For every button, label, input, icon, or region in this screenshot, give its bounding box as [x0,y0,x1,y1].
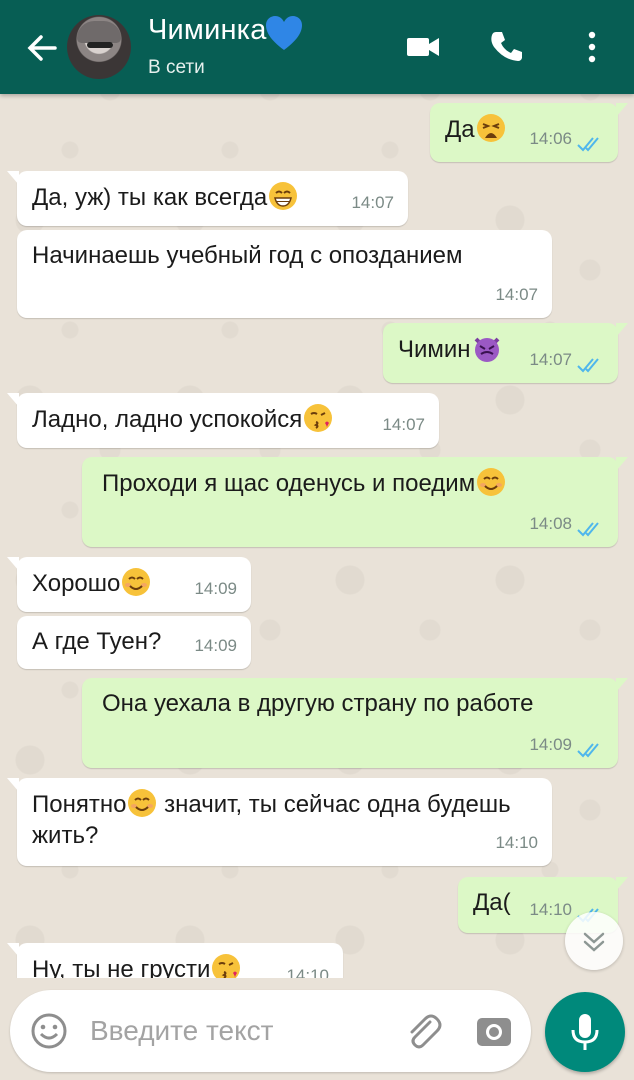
smiling-face-icon [476,467,506,497]
message-text: Она уехала в другую страну по работе [102,690,534,717]
contact-status: В сети [148,57,205,78]
smiling-face-icon [121,567,151,597]
message-time: 14:06 [529,129,572,148]
read-ticks-icon [576,520,606,538]
message-bubble-outgoing[interactable]: Чимин 14:07 [383,323,628,383]
message-text: Хорошо [32,570,121,597]
message-text: Проходи я щас оденусь и поедим [102,470,476,497]
contact-name[interactable]: Чиминка [148,14,267,47]
message-time: 14:08 [529,514,572,533]
emoji-icon[interactable] [29,1011,69,1051]
message-bubble-incoming[interactable]: Начинаешь учебный год с опозданием 14:07 [17,230,552,318]
message-time: 14:09 [194,579,237,598]
message-text: Начинаешь учебный год с опозданием [32,242,463,269]
message-time: 14:07 [495,285,538,304]
more-options-icon[interactable] [571,26,613,68]
message-time: 14:09 [529,735,572,754]
kissing-face-icon [303,403,333,433]
read-ticks-icon [576,135,606,153]
message-text: Да, уж) ты как всегда [32,184,268,211]
message-input-box [10,990,531,1072]
message-time: 14:09 [194,636,237,655]
message-time: 14:07 [351,193,394,212]
message-bubble-outgoing[interactable]: Да 14:06 [430,103,628,162]
message-text: Да( [473,889,511,916]
message-time: 14:07 [382,415,425,434]
message-input[interactable] [88,1010,392,1052]
read-ticks-icon [576,356,606,374]
message-bubble-outgoing[interactable]: Она уехала в другую страну по работе 14:… [82,678,628,768]
message-time: 14:10 [495,833,538,852]
message-bubble-incoming[interactable]: Хорошо 14:09 [7,557,251,612]
message-text: Чимин [398,336,471,363]
smiling-face-icon [127,788,157,818]
message-text: А где Туен? [32,628,162,655]
scroll-to-bottom-button[interactable] [565,912,623,970]
message-bubble-incoming[interactable]: А где Туен? 14:09 [17,616,251,669]
message-bubble-incoming[interactable]: Да, уж) ты как всегда 14:07 [7,171,408,226]
blue-heart-icon [266,16,302,50]
message-text: Ладно, ладно успокойся [32,406,303,433]
camera-icon[interactable] [473,1010,515,1052]
message-bubble-incoming[interactable]: Понятно значит, ты сейчас одна будешь жи… [7,778,552,866]
angry-devil-icon [472,333,502,363]
message-time: 14:07 [529,350,572,369]
chat-header: Чиминка В сети [0,0,634,94]
message-text-part: Понятно [32,791,127,818]
phone-call-icon[interactable] [486,26,528,68]
video-call-icon[interactable] [402,26,444,68]
voice-message-button[interactable] [545,992,625,1072]
back-arrow-icon[interactable] [22,28,62,68]
message-bubble-outgoing[interactable]: Проходи я щас оденусь и поедим 14:08 [82,457,628,547]
read-ticks-icon [576,741,606,759]
double-chevron-down-icon [583,932,605,952]
microphone-icon [571,1014,599,1050]
attach-paperclip-icon[interactable] [402,1010,444,1052]
message-bubble-incoming[interactable]: Ладно, ладно успокойся 14:07 [7,393,439,448]
weary-face-icon [476,113,506,143]
message-text: Да [445,116,475,143]
grinning-face-icon [268,181,298,211]
avatar[interactable] [67,15,131,79]
